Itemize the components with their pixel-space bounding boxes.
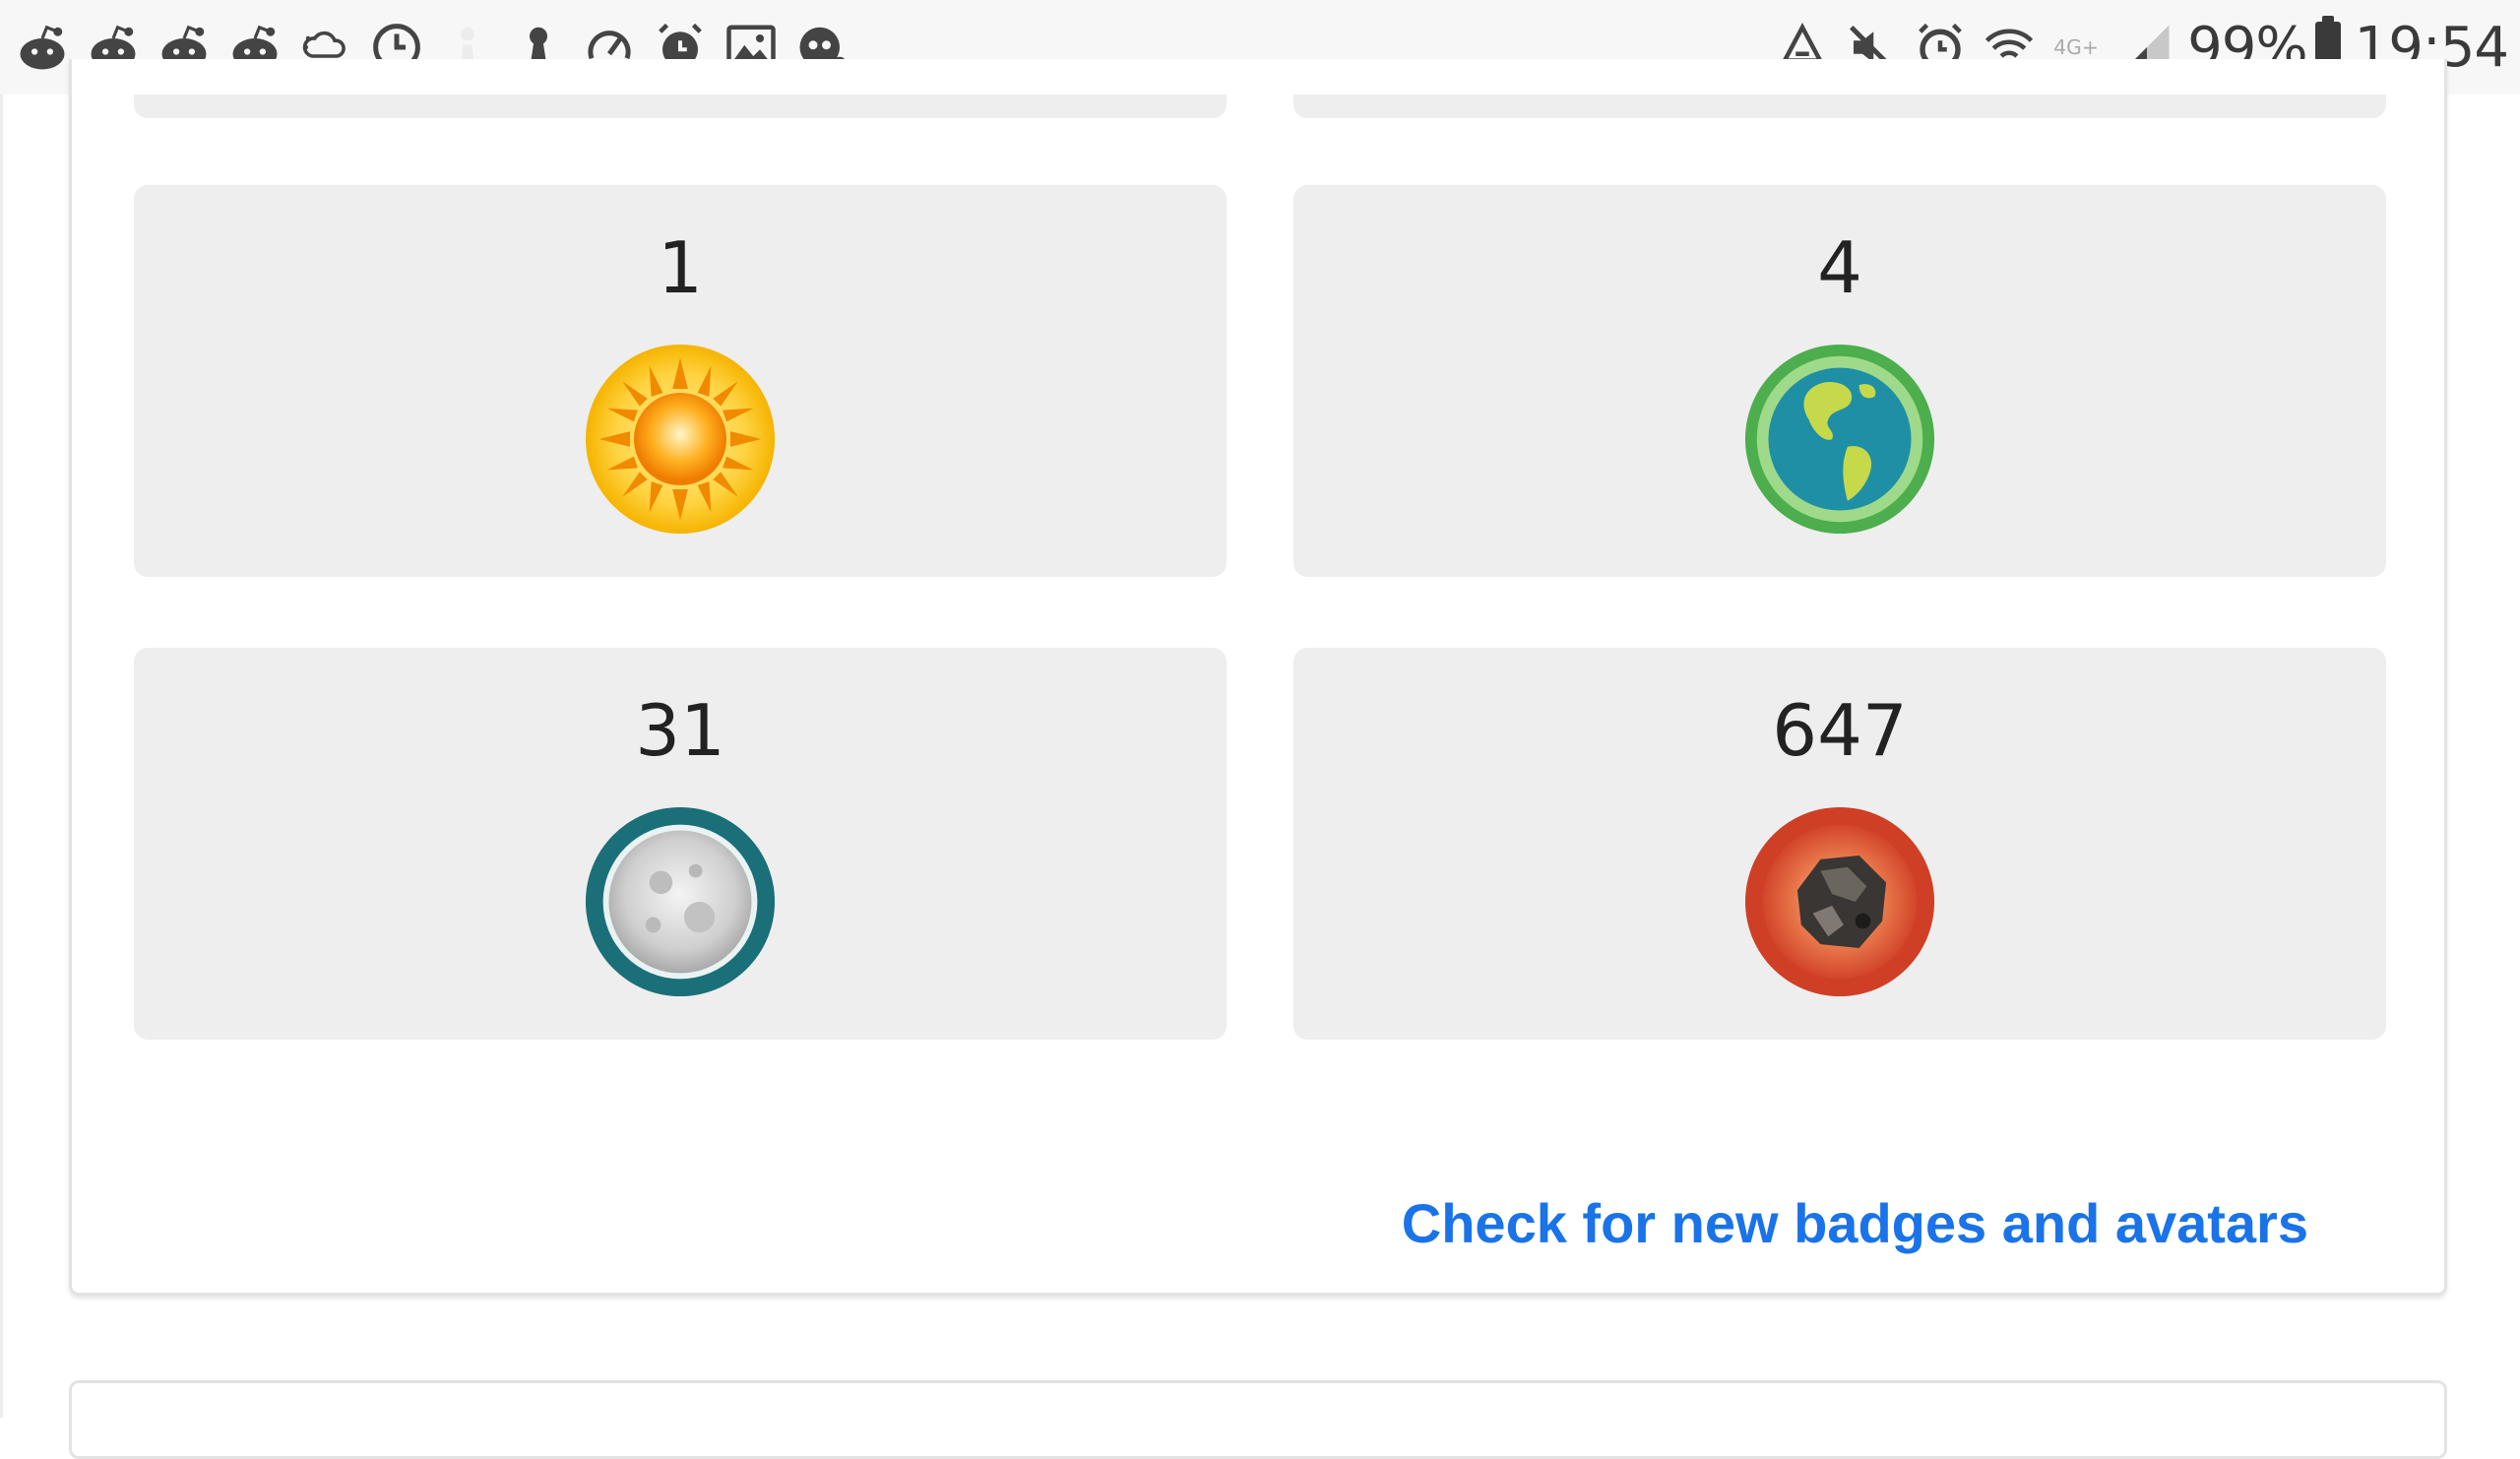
- page-edge: [0, 95, 3, 1418]
- next-card: [69, 1380, 2447, 1459]
- badge-tile[interactable]: 1: [134, 185, 1227, 577]
- asteroid-badge-icon: [1743, 805, 1936, 998]
- check-new-badges-link[interactable]: Check for new badges and avatars: [1402, 1191, 2308, 1255]
- badges-card: 1 4 31 647 Check for new badges and avat…: [69, 59, 2447, 1296]
- reddit-icon: [14, 19, 71, 76]
- sun-badge-icon: [584, 343, 777, 536]
- badge-count: 1: [658, 226, 703, 309]
- badge-count: 31: [635, 689, 725, 772]
- badge-count: 647: [1772, 689, 1908, 772]
- earth-badge-icon: [1743, 343, 1936, 536]
- badge-tile[interactable]: 31: [134, 648, 1227, 1040]
- tile-stub: [1293, 95, 2386, 118]
- tile-stub: [134, 95, 1227, 118]
- svg-text:4G+: 4G+: [2053, 35, 2099, 59]
- badge-tile[interactable]: 4: [1293, 185, 2386, 577]
- badge-count: 4: [1817, 226, 1862, 309]
- badge-tile[interactable]: 647: [1293, 648, 2386, 1040]
- moon-badge-icon: [584, 805, 777, 998]
